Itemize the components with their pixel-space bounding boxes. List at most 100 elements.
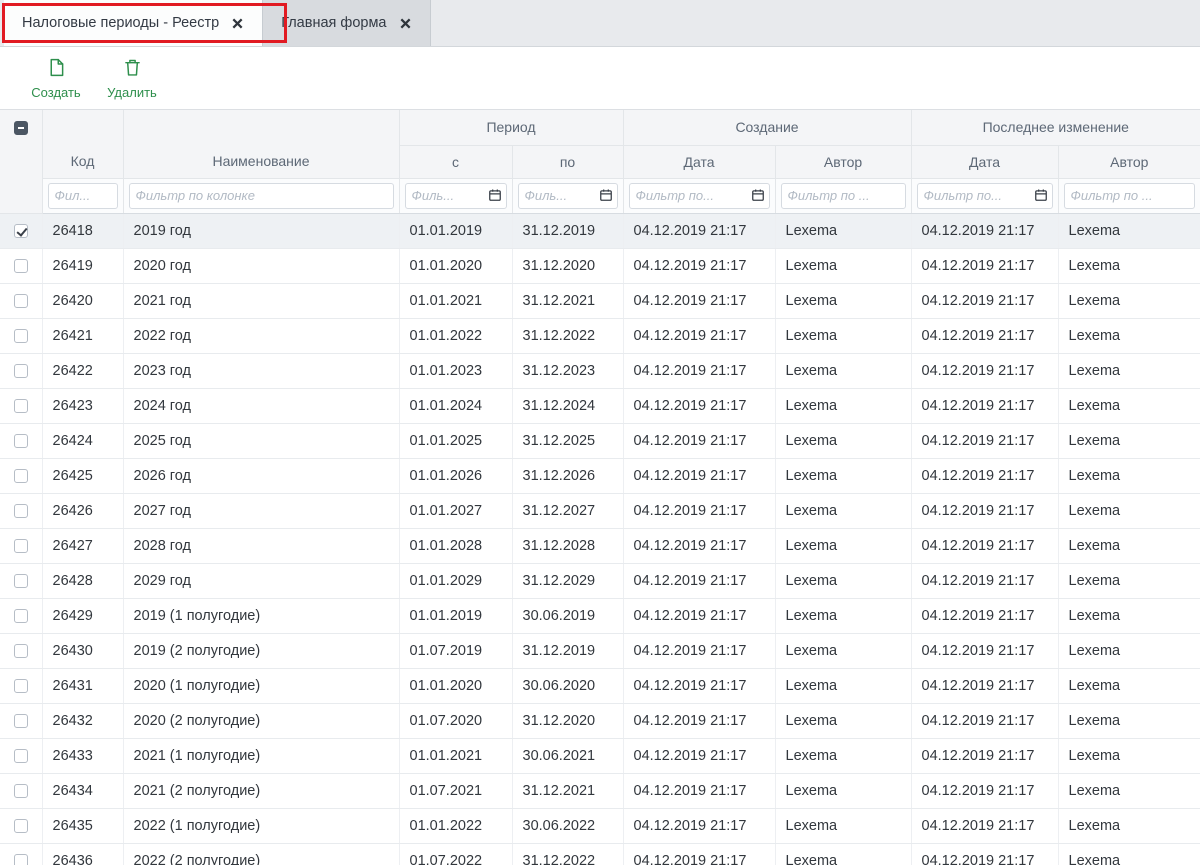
table-row[interactable]: 26431 2020 (1 полугодие) 01.01.2020 30.0… xyxy=(0,668,1200,703)
cell-modified-author: Lexema xyxy=(1058,248,1200,283)
row-checkbox[interactable] xyxy=(14,714,28,728)
row-select-cell[interactable] xyxy=(0,213,42,248)
cell-created-date: 04.12.2019 21:17 xyxy=(623,563,775,598)
table-row[interactable]: 26435 2022 (1 полугодие) 01.01.2022 30.0… xyxy=(0,808,1200,843)
table-row[interactable]: 26419 2020 год 01.01.2020 31.12.2020 04.… xyxy=(0,248,1200,283)
row-select-cell[interactable] xyxy=(0,423,42,458)
row-checkbox[interactable] xyxy=(14,609,28,623)
row-select-cell[interactable] xyxy=(0,598,42,633)
table-row[interactable]: 26434 2021 (2 полугодие) 01.07.2021 31.1… xyxy=(0,773,1200,808)
row-select-cell[interactable] xyxy=(0,773,42,808)
row-checkbox[interactable] xyxy=(14,574,28,588)
calendar-icon[interactable] xyxy=(599,188,613,202)
table-row[interactable]: 26436 2022 (2 полугодие) 01.07.2022 31.1… xyxy=(0,843,1200,865)
calendar-icon[interactable] xyxy=(488,188,502,202)
cell-created-author: Lexema xyxy=(775,668,911,703)
row-select-cell[interactable] xyxy=(0,738,42,773)
row-checkbox[interactable] xyxy=(14,469,28,483)
filter-input-created-author[interactable] xyxy=(781,183,906,209)
cell-modified-date: 04.12.2019 21:17 xyxy=(911,213,1058,248)
row-select-cell[interactable] xyxy=(0,458,42,493)
column-header-created-author[interactable]: Автор xyxy=(775,145,911,178)
table-row[interactable]: 26422 2023 год 01.01.2023 31.12.2023 04.… xyxy=(0,353,1200,388)
row-checkbox[interactable] xyxy=(14,539,28,553)
table-row[interactable]: 26418 2019 год 01.01.2019 31.12.2019 04.… xyxy=(0,213,1200,248)
row-select-cell[interactable] xyxy=(0,808,42,843)
select-all-checkbox[interactable] xyxy=(14,121,28,135)
table-row[interactable]: 26426 2027 год 01.01.2027 31.12.2027 04.… xyxy=(0,493,1200,528)
row-select-cell[interactable] xyxy=(0,668,42,703)
table-row[interactable]: 26420 2021 год 01.01.2021 31.12.2021 04.… xyxy=(0,283,1200,318)
filter-input-modified-author[interactable] xyxy=(1064,183,1196,209)
cell-code: 26426 xyxy=(42,493,123,528)
column-header-period-to[interactable]: по xyxy=(512,145,623,178)
tab-glavnaya-forma[interactable]: Главная форма xyxy=(262,0,430,46)
tab-nalogovye-periody[interactable]: Налоговые периоды - Реестр xyxy=(4,0,262,46)
row-select-cell[interactable] xyxy=(0,388,42,423)
delete-button[interactable]: Удалить xyxy=(102,57,162,100)
row-select-cell[interactable] xyxy=(0,633,42,668)
column-header-name[interactable]: Наименование xyxy=(123,110,399,178)
cell-created-author: Lexema xyxy=(775,703,911,738)
row-select-cell[interactable] xyxy=(0,563,42,598)
filter-input-name[interactable] xyxy=(129,183,394,209)
row-checkbox[interactable] xyxy=(14,679,28,693)
calendar-icon[interactable] xyxy=(1034,188,1048,202)
row-checkbox[interactable] xyxy=(14,399,28,413)
cell-modified-date: 04.12.2019 21:17 xyxy=(911,493,1058,528)
row-select-cell[interactable] xyxy=(0,493,42,528)
row-select-cell[interactable] xyxy=(0,703,42,738)
column-header-code[interactable]: Код xyxy=(42,110,123,178)
table-row[interactable]: 26425 2026 год 01.01.2026 31.12.2026 04.… xyxy=(0,458,1200,493)
table-row[interactable]: 26428 2029 год 01.01.2029 31.12.2029 04.… xyxy=(0,563,1200,598)
table-row[interactable]: 26432 2020 (2 полугодие) 01.07.2020 31.1… xyxy=(0,703,1200,738)
row-select-cell[interactable] xyxy=(0,353,42,388)
filter-input-code[interactable] xyxy=(48,183,118,209)
row-select-cell[interactable] xyxy=(0,843,42,865)
row-select-cell[interactable] xyxy=(0,528,42,563)
row-checkbox[interactable] xyxy=(14,259,28,273)
column-header-modified-date[interactable]: Дата xyxy=(911,145,1058,178)
table-row[interactable]: 26424 2025 год 01.01.2025 31.12.2025 04.… xyxy=(0,423,1200,458)
row-checkbox[interactable] xyxy=(14,329,28,343)
row-select-cell[interactable] xyxy=(0,283,42,318)
calendar-icon[interactable] xyxy=(751,188,765,202)
column-header-modified-author[interactable]: Автор xyxy=(1058,145,1200,178)
row-select-cell[interactable] xyxy=(0,248,42,283)
filter-input-created-date[interactable] xyxy=(629,183,770,209)
column-header-period-from[interactable]: с xyxy=(399,145,512,178)
cell-created-author: Lexema xyxy=(775,563,911,598)
create-button[interactable]: Создать xyxy=(26,57,86,100)
row-checkbox[interactable] xyxy=(14,784,28,798)
tab-close-icon[interactable] xyxy=(399,17,412,30)
row-checkbox[interactable] xyxy=(14,504,28,518)
table-row[interactable]: 26433 2021 (1 полугодие) 01.01.2021 30.0… xyxy=(0,738,1200,773)
row-checkbox[interactable] xyxy=(14,224,28,238)
table-row[interactable]: 26429 2019 (1 полугодие) 01.01.2019 30.0… xyxy=(0,598,1200,633)
row-checkbox[interactable] xyxy=(14,434,28,448)
cell-code: 26418 xyxy=(42,213,123,248)
toolbar: Создать Удалить xyxy=(0,47,1200,109)
table-row[interactable]: 26427 2028 год 01.01.2028 31.12.2028 04.… xyxy=(0,528,1200,563)
cell-code: 26430 xyxy=(42,633,123,668)
cell-modified-author: Lexema xyxy=(1058,738,1200,773)
filter-input-modified-date[interactable] xyxy=(917,183,1053,209)
column-header-created-date[interactable]: Дата xyxy=(623,145,775,178)
cell-code: 26433 xyxy=(42,738,123,773)
row-select-cell[interactable] xyxy=(0,318,42,353)
table-row[interactable]: 26430 2019 (2 полугодие) 01.07.2019 31.1… xyxy=(0,633,1200,668)
table-row[interactable]: 26423 2024 год 01.01.2024 31.12.2024 04.… xyxy=(0,388,1200,423)
row-checkbox[interactable] xyxy=(14,364,28,378)
cell-name: 2020 (2 полугодие) xyxy=(123,703,399,738)
row-checkbox[interactable] xyxy=(14,819,28,833)
row-checkbox[interactable] xyxy=(14,644,28,658)
table-row[interactable]: 26421 2022 год 01.01.2022 31.12.2022 04.… xyxy=(0,318,1200,353)
cell-created-date: 04.12.2019 21:17 xyxy=(623,388,775,423)
row-checkbox[interactable] xyxy=(14,749,28,763)
row-checkbox[interactable] xyxy=(14,294,28,308)
cell-modified-date: 04.12.2019 21:17 xyxy=(911,598,1058,633)
cell-modified-author: Lexema xyxy=(1058,563,1200,598)
tab-close-icon[interactable] xyxy=(231,17,244,30)
select-all-cell[interactable] xyxy=(0,110,42,213)
row-checkbox[interactable] xyxy=(14,854,28,865)
